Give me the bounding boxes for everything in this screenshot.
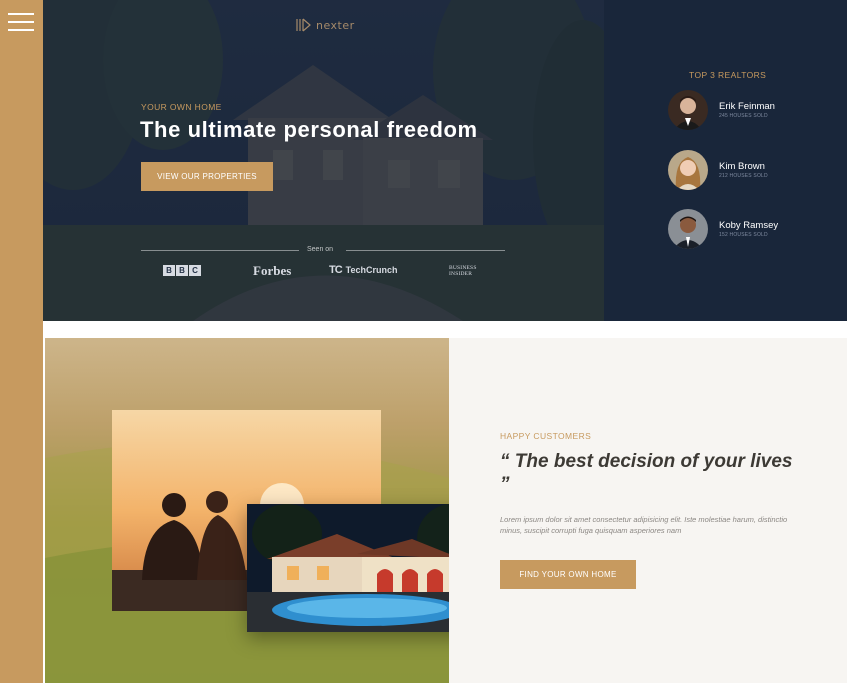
business-insider-line: INSIDER xyxy=(449,271,473,277)
forbes-logo: Forbes xyxy=(253,263,292,278)
logo-text: nexter xyxy=(316,18,355,32)
top-realtors-panel: TOP 3 REALTORS Erik Feinman 245 HOUSES S… xyxy=(604,0,847,321)
realtor-houses-sold: 245 HOUSES SOLD xyxy=(719,113,768,119)
bbc-letter: C xyxy=(189,265,201,276)
testimonial-section xyxy=(449,338,847,683)
hero-overlay xyxy=(43,0,604,321)
realtor-name: Kim Brown xyxy=(719,161,765,172)
avatar xyxy=(668,150,708,190)
techcrunch-mark: TC xyxy=(329,264,343,276)
seen-on-label: Seen on xyxy=(307,246,334,253)
realtor-item[interactable]: Kim Brown 212 HOUSES SOLD xyxy=(668,150,768,190)
bbc-letter: B xyxy=(163,265,175,276)
view-properties-button[interactable]: VIEW OUR PROPERTIES xyxy=(141,162,273,191)
realtor-item[interactable]: Erik Feinman 245 HOUSES SOLD xyxy=(668,90,775,130)
testimonial-quote: “ The best decision of your lives ” xyxy=(500,451,793,495)
hero-title: The ultimate personal freedom xyxy=(140,117,478,142)
techcrunch-logo: TC TechCrunch xyxy=(329,264,398,276)
realtors-title: TOP 3 REALTORS xyxy=(689,70,767,80)
testimonial-eyebrow: HAPPY CUSTOMERS xyxy=(500,431,592,441)
brand-logo[interactable]: nexter xyxy=(296,18,355,32)
techcrunch-wordmark: TechCrunch xyxy=(345,265,398,275)
testimonial-body: Lorem ipsum dolor sit amet consectetur a… xyxy=(500,515,788,535)
realtor-houses-sold: 212 HOUSES SOLD xyxy=(719,173,768,179)
sidebar xyxy=(0,0,43,683)
business-insider-logo: BUSINESS INSIDER xyxy=(449,265,477,277)
bbc-letter: B xyxy=(176,265,188,276)
logo-icon xyxy=(296,18,311,32)
hero-eyebrow: YOUR OWN HOME xyxy=(141,102,222,112)
realtor-item[interactable]: Koby Ramsey 152 HOUSES SOLD xyxy=(668,209,778,249)
bbc-logo: B B C xyxy=(163,265,201,276)
avatar xyxy=(668,90,708,130)
find-home-button[interactable]: FIND YOUR OWN HOME xyxy=(500,560,636,589)
avatar xyxy=(668,209,708,249)
hamburger-menu-icon[interactable] xyxy=(8,11,34,33)
villa-pool-photo xyxy=(247,504,479,632)
hero-section: nexter YOUR OWN HOME The ultimate person… xyxy=(43,0,604,321)
realtor-houses-sold: 152 HOUSES SOLD xyxy=(719,232,768,238)
realtor-name: Koby Ramsey xyxy=(719,220,779,231)
realtor-name: Erik Feinman xyxy=(719,101,775,112)
